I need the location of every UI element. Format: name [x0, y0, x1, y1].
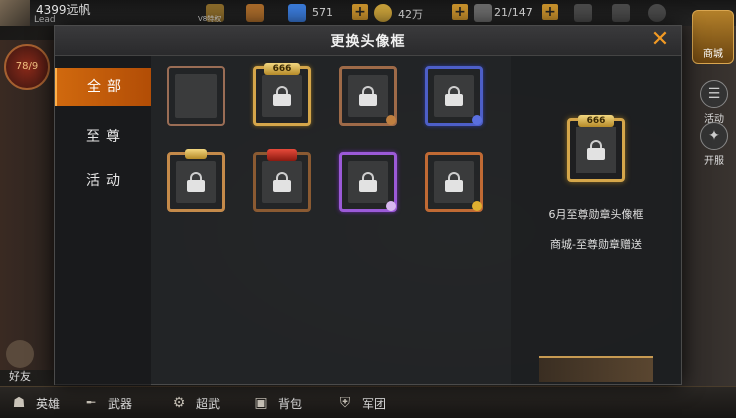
nav-backpack[interactable]: ▣ 背包 [250, 393, 302, 413]
dialog-title: 更换头像框 [330, 34, 406, 50]
frame-item[interactable] [167, 149, 225, 212]
frame-item[interactable] [339, 66, 397, 126]
tab-all[interactable]: 全部 [55, 68, 151, 106]
frame-item[interactable] [339, 152, 397, 212]
energy-icon [474, 4, 492, 22]
frame-corner-icon [472, 201, 482, 211]
gold-count: 42万 [398, 8, 423, 21]
lock-icon [445, 172, 463, 192]
frame-source: 商城-至尊勋章赠送 [550, 238, 642, 251]
gem-count: 571 [312, 6, 333, 19]
nav-label: 武器 [108, 396, 133, 411]
player-level: Lead [34, 15, 56, 25]
bottom-nav: ☗ 英雄 ╾ 武器 ⚙ 超武 ▣ 背包 ⛨ 军团 [0, 386, 736, 418]
frame-detail-panel: 666 6月至尊勋章头像框 商城-至尊勋章赠送 [511, 56, 681, 384]
frame-red-ornament [267, 149, 297, 161]
frame-corner-icon [386, 115, 396, 125]
friends-icon [6, 340, 34, 368]
add-gems-button[interactable]: + [352, 4, 368, 20]
vip-label: V8特权 [198, 15, 222, 23]
obtain-button[interactable] [539, 356, 653, 382]
nav-weapons[interactable]: ╾ 武器 [80, 393, 132, 413]
nav-super-weapons[interactable]: ⚙ 超武 [168, 393, 220, 413]
legion-shield-icon: ⛨ [339, 395, 351, 411]
super-weapon-icon: ⚙ [172, 395, 186, 411]
tab-supreme[interactable]: 至尊 [55, 118, 151, 156]
gold-coin-icon [374, 4, 392, 22]
shop-button[interactable]: 商城 [692, 10, 734, 64]
nav-label: 军团 [362, 396, 387, 411]
settings-gear-icon[interactable] [648, 4, 666, 22]
lock-icon [445, 86, 463, 106]
nav-label: 背包 [278, 396, 303, 411]
frame-preview: 666 [567, 115, 625, 182]
frame-inner [175, 74, 217, 118]
tab-events[interactable]: 活动 [55, 162, 151, 200]
player-avatar[interactable] [0, 0, 30, 26]
close-button[interactable]: ✕ [649, 28, 671, 52]
mail-icon[interactable] [612, 4, 630, 22]
open-server-label: 开服 [704, 156, 724, 167]
friends-top-icon[interactable] [574, 4, 592, 22]
gem-icon [288, 4, 306, 22]
backpack-icon: ▣ [254, 395, 268, 411]
open-server-button[interactable]: ✦ 开服 [696, 122, 732, 167]
activity-button[interactable]: ☰ 活动 [696, 80, 732, 125]
frame-item[interactable] [425, 66, 483, 126]
friends-button[interactable]: 好友 [2, 340, 38, 384]
hero-icon: ☗ [12, 395, 26, 411]
frame-corner-icon [386, 201, 396, 211]
add-energy-button[interactable]: + [542, 4, 558, 20]
tab-list: 全部 至尊 活动 [55, 56, 151, 386]
lock-icon [359, 86, 377, 106]
avatar-frame-dialog: 更换头像框 ✕ 全部 至尊 活动 666 666 6月至尊勋章头像框 商城-至尊… [54, 25, 682, 386]
lock-icon [359, 172, 377, 192]
nav-label: 超武 [196, 396, 221, 411]
dialog-header: 更换头像框 ✕ [55, 26, 681, 56]
frame-badge: 666 [264, 63, 300, 75]
lock-icon [273, 86, 291, 106]
lock-icon [587, 140, 605, 160]
nav-heroes[interactable]: ☗ 英雄 [8, 393, 60, 413]
add-gold-button[interactable]: + [452, 4, 468, 20]
lock-icon [187, 172, 205, 192]
activity-icon: ☰ [700, 80, 728, 108]
nav-legion[interactable]: ⛨ 军团 [334, 393, 386, 413]
nav-label: 英雄 [36, 396, 61, 411]
preview-overlay: 666 [570, 115, 622, 179]
top-hud: 4399远帆 Lead V8特权 571 + 42万 + 21/147 + [0, 0, 736, 26]
frame-grid: 666 [167, 63, 507, 366]
energy-count: 21/147 [494, 6, 533, 19]
friends-label: 好友 [9, 370, 31, 383]
frame-corner-icon [472, 115, 482, 125]
frame-name: 6月至尊勋章头像框 [548, 208, 644, 221]
open-server-icon: ✦ [700, 122, 728, 150]
frame-wing-ornament [185, 149, 207, 159]
frame-item[interactable] [167, 66, 225, 126]
rank-badge[interactable]: 78/9 [4, 44, 50, 90]
rifle-icon: ╾ [86, 395, 96, 411]
gift-icon[interactable] [246, 4, 264, 22]
preview-badge: 666 [578, 115, 614, 127]
frame-item[interactable] [253, 149, 311, 212]
frame-item[interactable]: 666 [253, 63, 311, 126]
lock-icon [273, 172, 291, 192]
frame-item[interactable] [425, 152, 483, 212]
